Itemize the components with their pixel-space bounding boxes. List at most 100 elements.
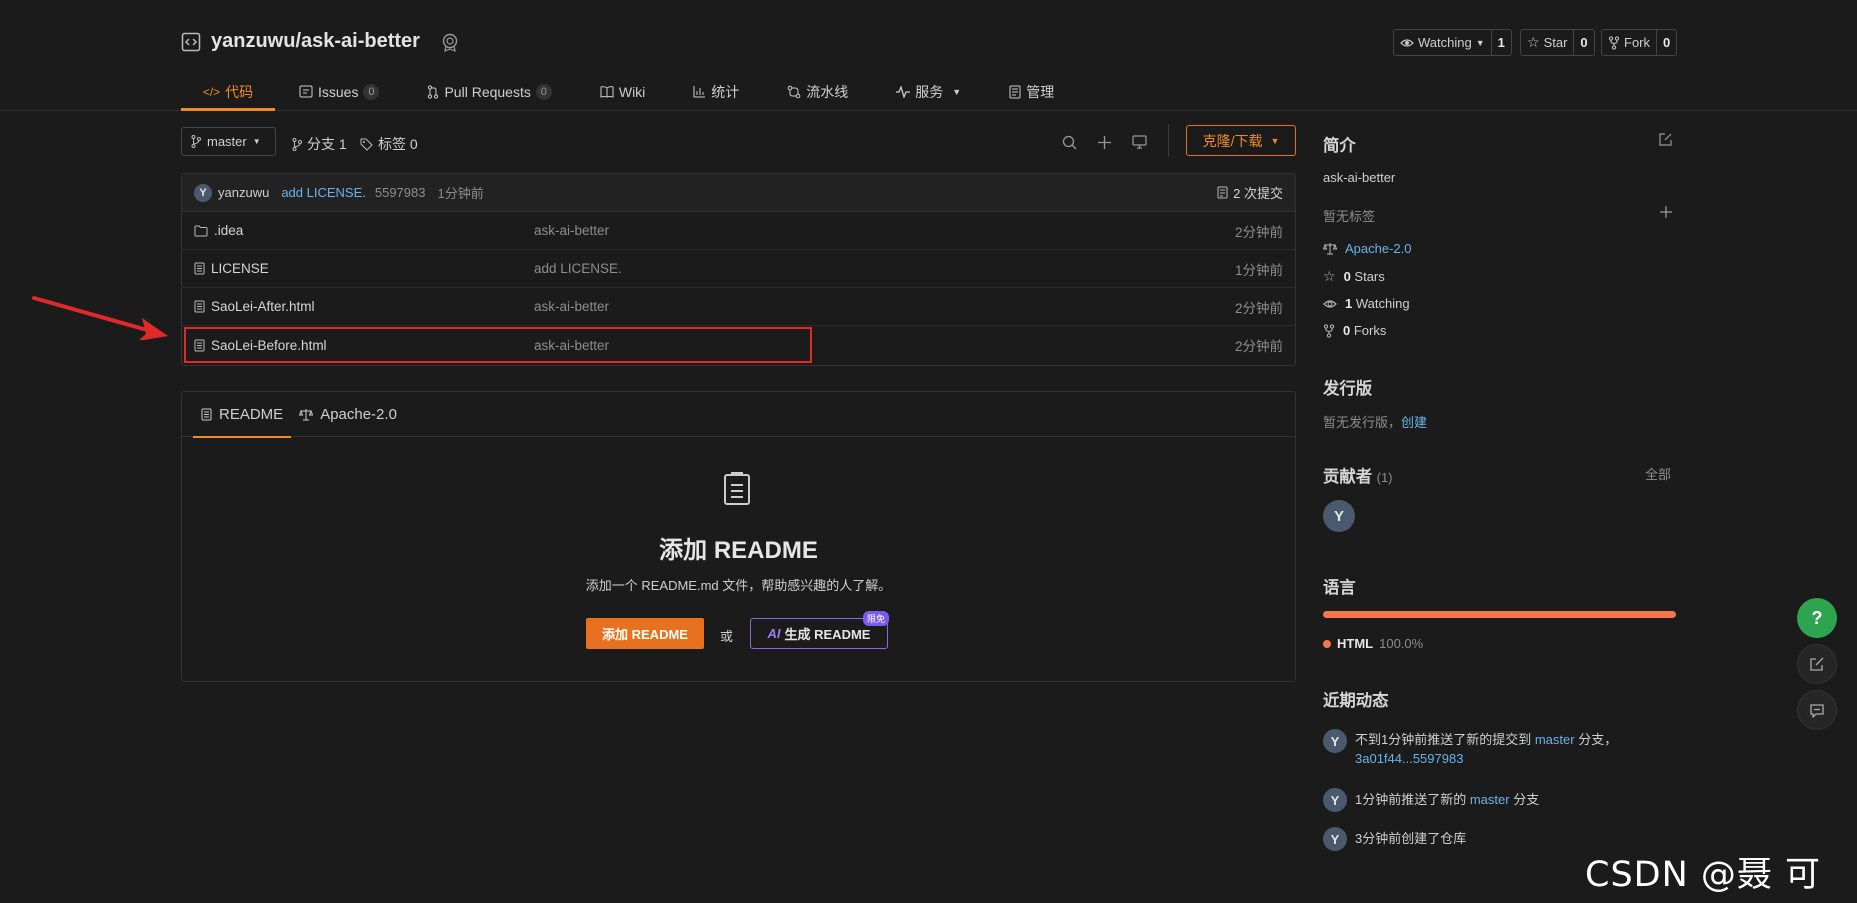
tab-pipeline[interactable]: 流水线 xyxy=(787,72,848,111)
fork-button[interactable]: Fork 0 xyxy=(1601,29,1678,56)
commit-message[interactable]: add LICENSE. xyxy=(281,185,366,200)
branch-selector[interactable]: master ▼ xyxy=(181,127,276,156)
activity-item: Y 1分钟前推送了新的 master 分支 xyxy=(1323,788,1539,812)
add-tag-icon[interactable] xyxy=(1659,205,1673,219)
table-row[interactable]: SaoLei-Before.html ask-ai-better 2分钟前 xyxy=(182,326,1295,364)
avatar[interactable]: Y xyxy=(194,183,212,202)
badge-icon[interactable] xyxy=(440,32,460,52)
annotation-arrow xyxy=(32,296,168,340)
search-icon[interactable] xyxy=(1059,132,1079,152)
create-release-link[interactable]: 创建 xyxy=(1401,415,1427,430)
table-row[interactable]: SaoLei-After.html ask-ai-better 2分钟前 xyxy=(182,288,1295,326)
fork-label: Fork xyxy=(1624,35,1650,50)
language-color-dot xyxy=(1323,639,1331,648)
commit-count-link[interactable]: 2 次提交 xyxy=(1217,183,1283,202)
latest-commit-row: Y yanzuwu add LICENSE. 5597983 1分钟前 2 次提… xyxy=(182,174,1295,212)
eye-icon xyxy=(1400,36,1414,50)
tab-wiki[interactable]: Wiki xyxy=(600,72,645,111)
activity-text: 分支 xyxy=(1509,792,1540,807)
activity-commit-link[interactable]: 3a01f44...5597983 xyxy=(1355,751,1463,766)
tab-wiki-label: Wiki xyxy=(618,83,646,100)
file-time: 2分钟前 xyxy=(1234,300,1283,316)
edit-icon xyxy=(1809,656,1825,672)
caret-down-icon: ▼ xyxy=(1475,37,1485,48)
avatar[interactable]: Y xyxy=(1323,788,1347,812)
forks-row[interactable]: 0 Forks xyxy=(1323,323,1386,338)
ai-generate-readme-button[interactable]: AI 生成 README 限免 xyxy=(750,611,889,649)
file-commit-message[interactable]: ask-ai-better xyxy=(534,338,609,353)
file-name[interactable]: SaoLei-After.html xyxy=(211,299,315,314)
tab-code-label: 代码 xyxy=(225,83,254,100)
watching-label: Watching xyxy=(1418,35,1472,50)
code-icon: </> xyxy=(202,84,221,99)
commit-author[interactable]: yanzuwu xyxy=(218,185,269,200)
branch-icon xyxy=(191,135,201,148)
avatar[interactable]: Y xyxy=(1323,827,1347,851)
tab-manage-label: 管理 xyxy=(1026,83,1055,100)
tab-service-label: 服务 xyxy=(915,83,944,100)
file-name[interactable]: LICENSE xyxy=(211,261,269,276)
chat-button[interactable] xyxy=(1797,690,1837,730)
help-button[interactable]: ? xyxy=(1797,598,1837,638)
activity-branch-link[interactable]: master xyxy=(1535,732,1575,747)
tab-service[interactable]: 服务 ▼ xyxy=(896,72,961,111)
license-link[interactable]: Apache-2.0 xyxy=(1345,241,1412,256)
tab-code[interactable]: </> 代码 xyxy=(181,72,275,111)
stats-icon xyxy=(693,85,706,98)
tab-pull-requests-label: Pull Requests xyxy=(444,83,531,100)
tab-issues[interactable]: Issues 0 xyxy=(299,72,380,111)
file-commit-message[interactable]: ask-ai-better xyxy=(534,223,609,238)
tags-link[interactable]: 标签 0 xyxy=(360,134,418,154)
clone-download-button[interactable]: 克隆/下载 ▼ xyxy=(1186,125,1296,156)
caret-down-icon: ▼ xyxy=(952,86,962,97)
branch-name: master xyxy=(207,134,247,149)
web-ide-icon[interactable] xyxy=(1129,132,1149,152)
caret-down-icon: ▼ xyxy=(1270,135,1280,146)
add-file-icon[interactable] xyxy=(1094,132,1114,152)
forks-count: 0 xyxy=(1343,323,1351,338)
file-name[interactable]: SaoLei-Before.html xyxy=(211,338,327,353)
star-button[interactable]: ☆ Star 0 xyxy=(1520,29,1595,56)
star-count[interactable]: 0 xyxy=(1573,30,1593,55)
avatar[interactable]: Y xyxy=(1323,500,1355,532)
watching-row[interactable]: 1 Watching xyxy=(1323,296,1410,311)
file-commit-message[interactable]: ask-ai-better xyxy=(534,299,609,314)
tab-pull-requests[interactable]: Pull Requests 0 xyxy=(427,72,552,111)
table-row[interactable]: LICENSE add LICENSE. 1分钟前 xyxy=(182,250,1295,288)
all-contributors-link[interactable]: 全部 xyxy=(1645,464,1671,483)
activity-branch-link[interactable]: master xyxy=(1470,792,1510,807)
tab-readme[interactable]: README xyxy=(193,392,292,438)
feedback-button[interactable] xyxy=(1797,644,1837,684)
branches-link[interactable]: 分支 1 xyxy=(292,134,347,154)
file-name[interactable]: .idea xyxy=(214,223,243,238)
avatar[interactable]: Y xyxy=(1323,729,1347,753)
commit-count: 2 次提交 xyxy=(1233,186,1283,201)
language-item: HTML 100.0% xyxy=(1323,636,1423,651)
watching-button[interactable]: Watching ▼ 1 xyxy=(1393,29,1512,56)
stars-row[interactable]: ☆ 0 Stars xyxy=(1323,268,1385,285)
table-row[interactable]: .idea ask-ai-better 2分钟前 xyxy=(182,212,1295,250)
fork-count[interactable]: 0 xyxy=(1656,30,1676,55)
question-icon: ? xyxy=(1811,607,1823,628)
manage-icon xyxy=(1009,85,1021,99)
license-row[interactable]: Apache-2.0 xyxy=(1323,241,1412,256)
tab-issues-label: Issues xyxy=(318,83,359,100)
star-icon: ☆ xyxy=(1527,34,1540,50)
no-releases-text: 暂无发行版， xyxy=(1323,415,1402,430)
activity-text: 1分钟前推送了新的 xyxy=(1355,792,1470,807)
releases-title: 发行版 xyxy=(1323,380,1373,398)
edit-icon[interactable] xyxy=(1658,132,1673,147)
tab-license[interactable]: Apache-2.0 xyxy=(291,392,405,437)
tab-stats[interactable]: 统计 xyxy=(693,72,739,111)
fork-icon xyxy=(1608,35,1620,50)
commit-time: 1分钟前 xyxy=(437,186,484,201)
tab-manage[interactable]: 管理 xyxy=(1009,72,1054,111)
watching-count[interactable]: 1 xyxy=(1490,30,1511,55)
readme-subtitle: 添加一个 README.md 文件，帮助感兴趣的人了解。 xyxy=(585,578,892,593)
file-icon xyxy=(194,339,205,352)
commit-hash[interactable]: 5597983 xyxy=(375,185,426,200)
tags-label: 标签 0 xyxy=(378,136,418,152)
add-readme-button[interactable]: 添加 README xyxy=(586,618,704,649)
file-commit-message[interactable]: add LICENSE. xyxy=(534,261,622,276)
repo-path-link[interactable]: yanzuwu/ask-ai-better xyxy=(211,30,420,53)
